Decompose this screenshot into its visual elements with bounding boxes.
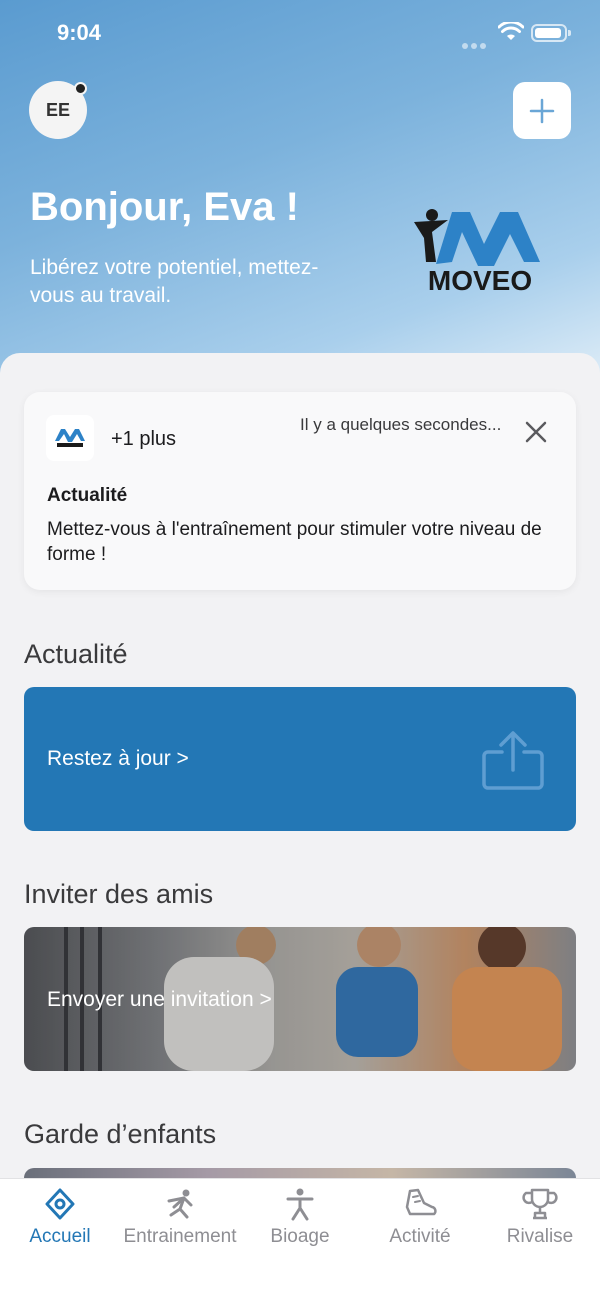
tab-bar: Accueil Entrainement Bioage Activité Riv… [0,1178,600,1299]
close-icon[interactable] [524,420,548,444]
avatar-status-dot [74,82,87,95]
tab-label: Rivalise [506,1226,574,1247]
home-target-icon [45,1188,75,1220]
notification-more-count: +1 plus [111,428,177,450]
notification-time: Il y a quelques secondes... [300,415,502,434]
tab-label: Accueil [29,1226,91,1247]
news-section-title: Actualité [24,639,128,669]
invite-card-label: Envoyer une invitation > [47,988,272,1011]
news-card[interactable]: Restez à jour > [24,687,576,831]
moveo-mini-logo [55,429,85,447]
logo-text: MOVEO [428,265,532,296]
tab-label: Entrainement [123,1226,237,1247]
person-icon [286,1188,314,1221]
wifi-icon [498,22,524,40]
status-bar: 9:04 [0,0,600,66]
tab-label: Bioage [270,1226,330,1247]
notification-app-icon [46,415,94,461]
notification-card[interactable]: +1 plus Il y a quelques secondes... Actu… [24,392,576,590]
share-icon[interactable] [482,730,544,790]
trophy-icon [522,1188,558,1220]
signal-icon [462,36,489,54]
tab-entrainement[interactable]: Entrainement [120,1179,240,1269]
greeting-title: Bonjour, Eva ! [30,185,299,229]
childcare-section-title: Garde d’enfants [24,1119,217,1149]
running-icon [167,1189,193,1219]
news-card-label: Restez à jour > [47,747,189,770]
plus-icon [529,98,555,123]
tab-accueil[interactable]: Accueil [0,1179,120,1269]
moveo-logo: MOVEO [414,209,540,296]
battery-icon [531,24,571,42]
tab-label: Activité [389,1226,451,1247]
greeting-subtitle: Libérez votre potentiel, mettez-vous au … [30,256,319,307]
tab-bioage[interactable]: Bioage [240,1179,360,1269]
shoe-icon [405,1188,437,1216]
tab-rivalise[interactable]: Rivalise [480,1179,600,1269]
invite-section-title: Inviter des amis [24,879,214,909]
tab-activite[interactable]: Activité [360,1179,480,1269]
status-time: 9:04 [57,20,102,45]
notification-body: Mettez-vous à l'entraînement pour stimul… [47,519,542,565]
notification-title: Actualité [47,485,128,506]
add-button[interactable] [513,82,571,139]
invite-card[interactable]: Envoyer une invitation > [24,927,576,1071]
